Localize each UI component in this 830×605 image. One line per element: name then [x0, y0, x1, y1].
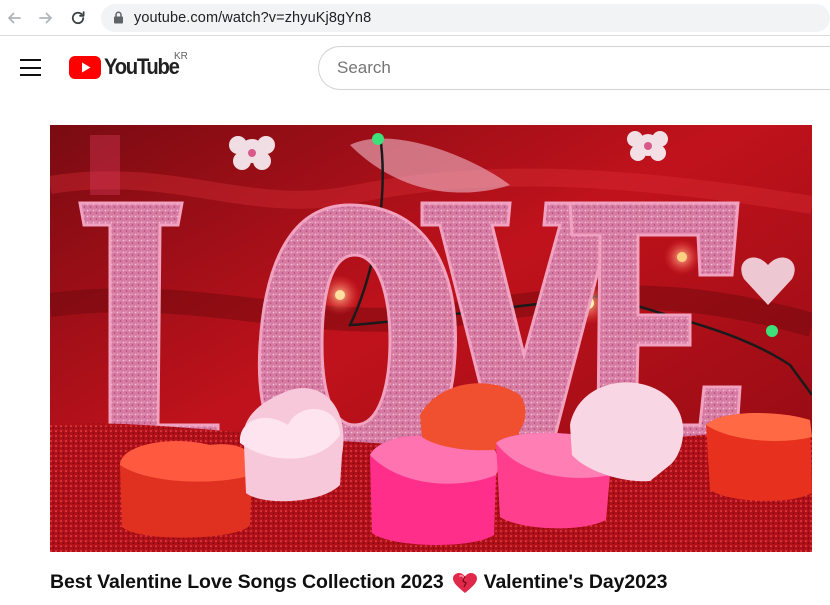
- video-title: Best Valentine Love Songs Collection 202…: [50, 571, 810, 594]
- browser-toolbar: youtube.com/watch?v=zhyuKj8gYn8: [0, 0, 830, 36]
- video-title-secondary: Valentine's Day: [483, 571, 625, 593]
- youtube-logo-icon: [69, 55, 101, 79]
- search-box[interactable]: [318, 46, 830, 90]
- video-title-main: Best Valentine Love Songs Collection 202…: [50, 571, 444, 593]
- video-player[interactable]: [50, 125, 812, 552]
- address-bar[interactable]: youtube.com/watch?v=zhyuKj8gYn8: [101, 3, 830, 32]
- heart-emoji-icon: [452, 572, 478, 594]
- youtube-wordmark: YouTube: [104, 54, 180, 79]
- search-input[interactable]: [337, 58, 830, 78]
- forward-arrow-icon[interactable]: [34, 6, 58, 30]
- youtube-masthead: YouTube KR: [0, 37, 830, 99]
- back-arrow-icon[interactable]: [2, 6, 26, 30]
- url-text[interactable]: youtube.com/watch?v=zhyuKj8gYn8: [134, 10, 371, 26]
- hamburger-menu-icon[interactable]: [20, 59, 41, 76]
- youtube-home-logo[interactable]: YouTube: [69, 54, 185, 80]
- lock-icon[interactable]: [113, 11, 125, 25]
- reload-icon[interactable]: [66, 6, 90, 30]
- video-title-tail: 2023: [624, 571, 668, 593]
- video-frame-thumbnail: [50, 125, 812, 552]
- country-code-badge: KR: [174, 51, 188, 62]
